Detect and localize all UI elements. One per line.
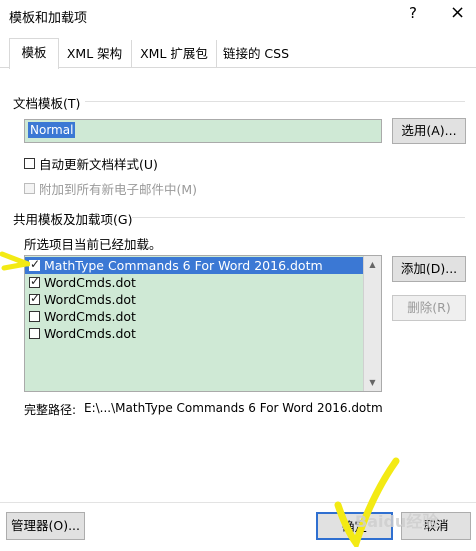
list-item-checkbox[interactable]	[29, 257, 40, 271]
list-item[interactable]: WordCmds.dot	[25, 308, 364, 325]
baidu-watermark: Baidu经验	[355, 512, 439, 531]
list-item-label: WordCmds.dot	[44, 292, 136, 307]
list-item-checkbox[interactable]	[29, 311, 40, 322]
group-separator	[85, 101, 465, 102]
list-item-label: MathType Commands 6 For Word 2016.dotm	[44, 258, 323, 273]
full-path-label: 完整路径:	[24, 403, 77, 417]
list-item-label: WordCmds.dot	[44, 275, 136, 290]
list-item[interactable]: WordCmds.dot	[25, 325, 364, 342]
auto-update-label: 自动更新文档样式(U)	[39, 157, 158, 172]
document-template-input[interactable]: Normal	[24, 119, 382, 143]
tab-linked-css[interactable]: 链接的 CSS	[217, 40, 295, 67]
list-item-checkbox[interactable]	[29, 291, 40, 305]
yellow-check-annotation-icon	[334, 457, 400, 547]
attach-email-row: 附加到所有新电子邮件中(M)	[24, 179, 197, 198]
loaded-note: 所选项目当前已经加载。	[24, 237, 162, 252]
list-item[interactable]: WordCmds.dot	[25, 291, 364, 308]
document-template-group-label: 文档模板(T)	[13, 96, 81, 111]
select-template-button[interactable]: 选用(A)...	[392, 118, 466, 144]
remove-template-button: 删除(R)	[392, 295, 466, 321]
close-icon[interactable]: ×	[450, 2, 465, 23]
help-icon[interactable]: ?	[409, 4, 417, 22]
scroll-up-icon[interactable]: ▲	[364, 256, 381, 273]
tab-xml-expansion-packs[interactable]: XML 扩展包	[132, 40, 217, 67]
footer-separator	[0, 502, 476, 503]
list-item-label: WordCmds.dot	[44, 309, 136, 324]
list-item[interactable]: MathType Commands 6 For Word 2016.dotm	[25, 257, 364, 274]
global-templates-group-label: 共用模板及加载项(G)	[13, 212, 133, 227]
yellow-arrow-annotation-icon	[0, 251, 30, 271]
tab-xml-schema[interactable]: XML 架构	[58, 40, 132, 67]
vertical-scrollbar[interactable]: ▲ ▼	[363, 256, 381, 391]
templates-listbox[interactable]: MathType Commands 6 For Word 2016.dotm W…	[24, 255, 382, 392]
list-item-label: WordCmds.dot	[44, 326, 136, 341]
list-item[interactable]: WordCmds.dot	[25, 274, 364, 291]
full-path-value: E:\...\MathType Commands 6 For Word 2016…	[84, 401, 383, 415]
tab-divider	[0, 67, 476, 68]
tab-templates[interactable]: 模板	[9, 38, 59, 69]
auto-update-checkbox[interactable]	[24, 158, 35, 169]
dialog-title: 模板和加载项	[9, 11, 88, 26]
list-item-checkbox[interactable]	[29, 328, 40, 339]
attach-email-checkbox	[24, 183, 35, 194]
auto-update-row[interactable]: 自动更新文档样式(U)	[24, 154, 158, 173]
add-template-button[interactable]: 添加(D)...	[392, 256, 466, 282]
group-separator	[132, 217, 465, 218]
document-template-value: Normal	[28, 122, 76, 138]
list-item-checkbox[interactable]	[29, 274, 40, 288]
scroll-down-icon[interactable]: ▼	[364, 374, 381, 391]
organizer-button[interactable]: 管理器(O)...	[6, 512, 85, 540]
attach-email-label: 附加到所有新电子邮件中(M)	[39, 182, 198, 197]
